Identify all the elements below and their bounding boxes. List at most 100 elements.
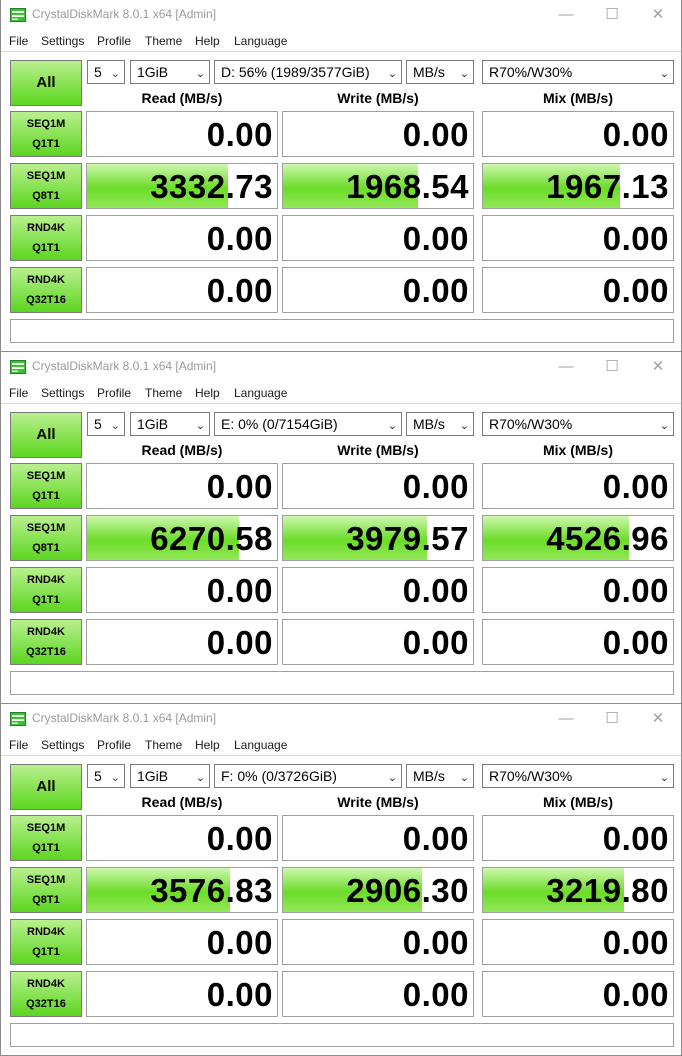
close-icon[interactable]: ✕ bbox=[635, 3, 681, 27]
mix-value: 0.00 bbox=[602, 572, 669, 609]
minimize-icon[interactable]: — bbox=[543, 707, 589, 731]
menu-profile[interactable]: Profile bbox=[97, 34, 131, 48]
read-value: 3576.83 bbox=[150, 872, 273, 909]
comment-field[interactable] bbox=[10, 1023, 674, 1047]
chevron-down-icon: ⌄ bbox=[459, 420, 469, 432]
chevron-down-icon: ⌄ bbox=[459, 68, 469, 80]
minimize-icon[interactable]: — bbox=[543, 355, 589, 379]
menu-settings[interactable]: Settings bbox=[41, 34, 84, 48]
write-result-cell: 0.00 bbox=[282, 619, 474, 665]
menu-theme[interactable]: Theme bbox=[145, 738, 182, 752]
test-name-line2: Q8T1 bbox=[32, 894, 60, 906]
menu-settings[interactable]: Settings bbox=[41, 386, 84, 400]
menu-settings[interactable]: Settings bbox=[41, 738, 84, 752]
menu-help[interactable]: Help bbox=[195, 738, 220, 752]
test-count-select[interactable]: 5 ⌄ bbox=[87, 764, 125, 788]
test-count-select[interactable]: 5 ⌄ bbox=[87, 60, 125, 84]
test-button-rnd4k-q32t16[interactable]: RND4K Q32T16 bbox=[10, 971, 82, 1017]
menu-theme[interactable]: Theme bbox=[145, 386, 182, 400]
mix-result-cell: 0.00 bbox=[482, 815, 674, 861]
test-name-line2: Q32T16 bbox=[26, 998, 66, 1010]
unit-select[interactable]: MB/s ⌄ bbox=[406, 764, 474, 788]
menu-language[interactable]: Language bbox=[234, 386, 287, 400]
test-button-seq1m-q1t1[interactable]: SEQ1M Q1T1 bbox=[10, 111, 82, 157]
mix-result-cell: 0.00 bbox=[482, 215, 674, 261]
menu-profile[interactable]: Profile bbox=[97, 738, 131, 752]
close-icon[interactable]: ✕ bbox=[635, 355, 681, 379]
test-button-seq1m-q1t1[interactable]: SEQ1M Q1T1 bbox=[10, 815, 82, 861]
maximize-icon[interactable]: ☐ bbox=[589, 707, 635, 731]
write-value: 3979.57 bbox=[346, 520, 469, 557]
maximize-icon[interactable]: ☐ bbox=[589, 355, 635, 379]
test-button-rnd4k-q1t1[interactable]: RND4K Q1T1 bbox=[10, 567, 82, 613]
unit-select[interactable]: MB/s ⌄ bbox=[406, 60, 474, 84]
menu-help[interactable]: Help bbox=[195, 34, 220, 48]
menu-help[interactable]: Help bbox=[195, 386, 220, 400]
all-button[interactable]: All bbox=[10, 60, 82, 106]
test-button-seq1m-q8t1[interactable]: SEQ1M Q8T1 bbox=[10, 163, 82, 209]
read-result-cell: 3332.73 bbox=[86, 163, 278, 209]
menu-language[interactable]: Language bbox=[234, 34, 287, 48]
minimize-icon[interactable]: — bbox=[543, 3, 589, 27]
menu-profile[interactable]: Profile bbox=[97, 386, 131, 400]
mix-value: 0.00 bbox=[602, 220, 669, 257]
menu-language[interactable]: Language bbox=[234, 738, 287, 752]
title-bar[interactable]: CrystalDiskMark 8.0.1 x64 [Admin] — ☐ ✕ bbox=[1, 352, 681, 383]
maximize-icon[interactable]: ☐ bbox=[589, 3, 635, 27]
menu-file[interactable]: File bbox=[9, 738, 28, 752]
read-result-cell: 0.00 bbox=[86, 463, 278, 509]
all-button[interactable]: All bbox=[10, 764, 82, 810]
test-button-seq1m-q8t1[interactable]: SEQ1M Q8T1 bbox=[10, 515, 82, 561]
test-size-select[interactable]: 1GiB ⌄ bbox=[130, 60, 210, 84]
menu-bar: File Settings Profile Theme Help Languag… bbox=[1, 31, 681, 51]
all-button[interactable]: All bbox=[10, 412, 82, 458]
mix-result-cell: 3219.80 bbox=[482, 867, 674, 913]
test-name-line2: Q8T1 bbox=[32, 190, 60, 202]
test-size-value: 1GiB bbox=[137, 416, 169, 432]
chevron-down-icon: ⌄ bbox=[459, 772, 469, 784]
drive-select[interactable]: D: 56% (1989/3577GiB) ⌄ bbox=[214, 60, 402, 84]
read-value: 0.00 bbox=[206, 220, 273, 257]
read-value: 0.00 bbox=[206, 116, 273, 153]
drive-select[interactable]: F: 0% (0/3726GiB) ⌄ bbox=[214, 764, 402, 788]
mix-result-cell: 0.00 bbox=[482, 567, 674, 613]
unit-select[interactable]: MB/s ⌄ bbox=[406, 412, 474, 436]
test-button-rnd4k-q1t1[interactable]: RND4K Q1T1 bbox=[10, 215, 82, 261]
drive-select[interactable]: E: 0% (0/7154GiB) ⌄ bbox=[214, 412, 402, 436]
menu-bar: File Settings Profile Theme Help Languag… bbox=[1, 735, 681, 755]
test-button-rnd4k-q1t1[interactable]: RND4K Q1T1 bbox=[10, 919, 82, 965]
test-name-line2: Q1T1 bbox=[32, 946, 60, 958]
mix-ratio-select[interactable]: R70%/W30% ⌄ bbox=[482, 60, 674, 84]
test-button-seq1m-q8t1[interactable]: SEQ1M Q8T1 bbox=[10, 867, 82, 913]
window-title: CrystalDiskMark 8.0.1 x64 [Admin] bbox=[32, 711, 217, 725]
title-bar[interactable]: CrystalDiskMark 8.0.1 x64 [Admin] — ☐ ✕ bbox=[1, 704, 681, 735]
mix-ratio-select[interactable]: R70%/W30% ⌄ bbox=[482, 764, 674, 788]
mix-value: 4526.96 bbox=[546, 520, 669, 557]
test-button-rnd4k-q32t16[interactable]: RND4K Q32T16 bbox=[10, 267, 82, 313]
chevron-down-icon: ⌄ bbox=[659, 772, 669, 784]
test-name-line1: SEQ1M bbox=[26, 822, 66, 834]
mix-header: Mix (MB/s) bbox=[543, 90, 613, 106]
menu-theme[interactable]: Theme bbox=[145, 34, 182, 48]
comment-field[interactable] bbox=[10, 319, 674, 343]
mix-ratio-select[interactable]: R70%/W30% ⌄ bbox=[482, 412, 674, 436]
test-count-select[interactable]: 5 ⌄ bbox=[87, 412, 125, 436]
write-result-cell: 0.00 bbox=[282, 463, 474, 509]
title-bar[interactable]: CrystalDiskMark 8.0.1 x64 [Admin] — ☐ ✕ bbox=[1, 0, 681, 31]
test-size-value: 1GiB bbox=[137, 768, 169, 784]
read-value: 6270.58 bbox=[150, 520, 273, 557]
test-size-select[interactable]: 1GiB ⌄ bbox=[130, 764, 210, 788]
mix-result-cell: 0.00 bbox=[482, 463, 674, 509]
menu-file[interactable]: File bbox=[9, 386, 28, 400]
test-size-select[interactable]: 1GiB ⌄ bbox=[130, 412, 210, 436]
test-button-rnd4k-q32t16[interactable]: RND4K Q32T16 bbox=[10, 619, 82, 665]
write-value: 0.00 bbox=[402, 220, 469, 257]
test-name-line1: SEQ1M bbox=[26, 522, 66, 534]
menu-file[interactable]: File bbox=[9, 34, 28, 48]
cdm-window: CrystalDiskMark 8.0.1 x64 [Admin] — ☐ ✕ … bbox=[0, 704, 682, 1056]
close-icon[interactable]: ✕ bbox=[635, 707, 681, 731]
chevron-down-icon: ⌄ bbox=[195, 420, 205, 432]
test-button-seq1m-q1t1[interactable]: SEQ1M Q1T1 bbox=[10, 463, 82, 509]
write-result-cell: 3979.57 bbox=[282, 515, 474, 561]
comment-field[interactable] bbox=[10, 671, 674, 695]
